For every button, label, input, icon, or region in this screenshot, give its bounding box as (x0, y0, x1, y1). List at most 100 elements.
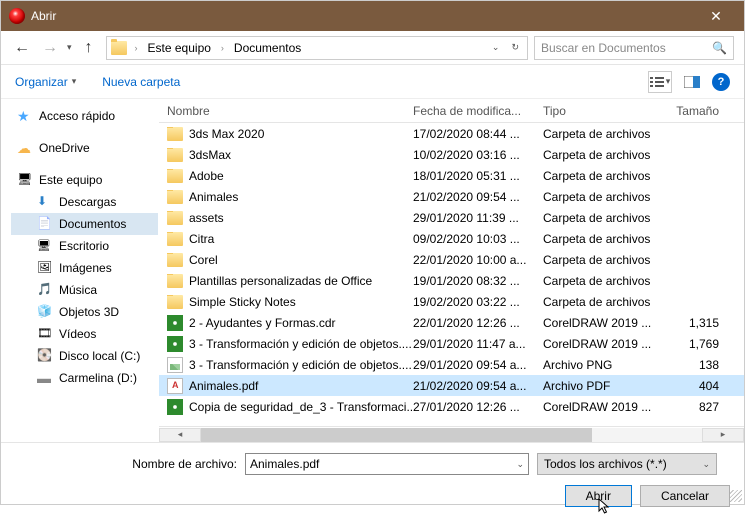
file-date: 21/02/2020 09:54 ... (413, 190, 543, 204)
file-row[interactable]: Animales.pdf21/02/2020 09:54 a...Archivo… (159, 375, 744, 396)
file-type: Archivo PDF (543, 379, 663, 393)
png-icon (167, 357, 183, 373)
sidebar-desktop[interactable]: Escritorio (11, 235, 158, 257)
refresh-button[interactable]: ↻ (507, 42, 523, 53)
toolbar: Organizar▾ Nueva carpeta ▾ ? (1, 65, 744, 99)
picture-icon (37, 260, 53, 276)
up-button[interactable]: ↑ (78, 37, 100, 59)
file-list[interactable]: 3ds Max 202017/02/2020 08:44 ...Carpeta … (159, 123, 744, 426)
file-date: 27/01/2020 12:26 ... (413, 400, 543, 414)
file-row[interactable]: 3dsMax10/02/2020 03:16 ...Carpeta de arc… (159, 144, 744, 165)
file-name-text: Adobe (189, 169, 224, 183)
opera-logo-icon (9, 8, 25, 24)
history-dropdown[interactable]: ▾ (67, 42, 72, 53)
address-bar[interactable]: › Este equipo › Documentos ⌄ ↻ (106, 36, 528, 60)
sidebar-music[interactable]: Música (11, 279, 158, 301)
file-row[interactable]: 3 - Transformación y edición de objetos.… (159, 333, 744, 354)
view-options-button[interactable]: ▾ (648, 71, 672, 93)
folder-icon (167, 253, 183, 267)
file-row[interactable]: Copia de seguridad_de_3 - Transformaci..… (159, 396, 744, 417)
file-row[interactable]: Simple Sticky Notes19/02/2020 03:22 ...C… (159, 291, 744, 312)
file-name-text: Copia de seguridad_de_3 - Transformaci..… (189, 400, 413, 414)
col-type[interactable]: Tipo (543, 104, 663, 118)
sidebar-disk-d[interactable]: Carmelina (D:) (11, 367, 158, 389)
folder-icon (111, 41, 127, 55)
scroll-thumb[interactable] (201, 428, 592, 442)
file-row[interactable]: 2 - Ayudantes y Formas.cdr22/01/2020 12:… (159, 312, 744, 333)
forward-button[interactable]: → (39, 37, 61, 59)
back-button[interactable]: ← (11, 37, 33, 59)
file-date: 29/01/2020 09:54 a... (413, 358, 543, 372)
open-button[interactable]: Abrir (565, 485, 632, 507)
file-type: Carpeta de archivos (543, 190, 663, 204)
sidebar-onedrive[interactable]: OneDrive (11, 137, 158, 159)
organize-menu[interactable]: Organizar▾ (15, 75, 76, 89)
file-type: Carpeta de archivos (543, 127, 663, 141)
file-name-text: Animales (189, 190, 238, 204)
file-date: 29/01/2020 11:39 ... (413, 211, 543, 225)
desktop-icon (37, 238, 53, 254)
close-button[interactable]: ✕ (696, 8, 736, 25)
file-row[interactable]: 3 - Transformación y edición de objetos.… (159, 354, 744, 375)
scroll-right-button[interactable]: ▸ (702, 428, 744, 442)
preview-pane-button[interactable] (680, 71, 704, 93)
sidebar-downloads[interactable]: Descargas (11, 191, 158, 213)
search-input[interactable]: Buscar en Documentos 🔍 (534, 36, 734, 60)
file-row[interactable]: Citra09/02/2020 10:03 ...Carpeta de arch… (159, 228, 744, 249)
file-date: 21/02/2020 09:54 a... (413, 379, 543, 393)
file-size: 827 (663, 400, 725, 414)
breadcrumb-root[interactable]: Este equipo (146, 41, 213, 55)
file-type: Carpeta de archivos (543, 169, 663, 183)
search-placeholder: Buscar en Documentos (541, 41, 666, 55)
file-name-text: assets (189, 211, 224, 225)
file-date: 29/01/2020 11:47 a... (413, 337, 543, 351)
col-size[interactable]: Tamaño (663, 104, 725, 118)
sidebar-this-pc[interactable]: Este equipo (11, 169, 158, 191)
pc-icon (17, 172, 33, 188)
file-name-text: 2 - Ayudantes y Formas.cdr (189, 316, 336, 330)
sidebar-disk-c[interactable]: Disco local (C:) (11, 345, 158, 367)
new-folder-button[interactable]: Nueva carpeta (102, 75, 180, 89)
resize-grip[interactable] (730, 490, 742, 502)
breadcrumb-folder[interactable]: Documentos (232, 41, 303, 55)
file-row[interactable]: Corel22/01/2020 10:00 a...Carpeta de arc… (159, 249, 744, 270)
chevron-down-icon[interactable]: ⌄ (516, 459, 524, 470)
cube-icon (37, 304, 53, 320)
file-type: Carpeta de archivos (543, 253, 663, 267)
sidebar-documents[interactable]: Documentos (11, 213, 158, 235)
folder-icon (167, 190, 183, 204)
file-name-text: 3ds Max 2020 (189, 127, 264, 141)
video-icon (37, 326, 53, 342)
horizontal-scrollbar[interactable]: ◂ ▸ (159, 426, 744, 442)
folder-icon (167, 127, 183, 141)
column-headers[interactable]: Nombre Fecha de modifica... Tipo Tamaño (159, 99, 744, 123)
col-date[interactable]: Fecha de modifica... (413, 104, 543, 118)
file-row[interactable]: Adobe18/01/2020 05:31 ...Carpeta de arch… (159, 165, 744, 186)
filter-select[interactable]: Todos los archivos (*.*) ⌄ (537, 453, 717, 475)
file-row[interactable]: Plantillas personalizadas de Office19/01… (159, 270, 744, 291)
sidebar-quick-access[interactable]: ★Acceso rápido (11, 105, 158, 127)
file-row[interactable]: 3ds Max 202017/02/2020 08:44 ...Carpeta … (159, 123, 744, 144)
chevron-right-icon[interactable]: › (217, 43, 228, 53)
file-row[interactable]: Animales 21/02/2020 09:54 ...Carpeta de a… (159, 186, 744, 207)
file-name-text: Plantillas personalizadas de Office (189, 274, 372, 288)
address-dropdown[interactable]: ⌄ (488, 42, 504, 53)
chevron-right-icon[interactable]: › (131, 43, 142, 53)
search-icon: 🔍 (712, 41, 727, 55)
sidebar-videos[interactable]: Vídeos (11, 323, 158, 345)
help-button[interactable]: ? (712, 73, 730, 91)
file-name-text: Corel (189, 253, 218, 267)
folder-icon (167, 232, 183, 246)
scroll-left-button[interactable]: ◂ (159, 428, 201, 442)
sidebar-pictures[interactable]: Imágenes (11, 257, 158, 279)
file-type: Carpeta de archivos (543, 232, 663, 246)
sidebar-3d[interactable]: Objetos 3D (11, 301, 158, 323)
download-icon (37, 194, 53, 210)
filename-input[interactable]: Animales.pdf ⌄ (245, 453, 529, 475)
file-row[interactable]: assets29/01/2020 11:39 ...Carpeta de arc… (159, 207, 744, 228)
col-name[interactable]: Nombre (167, 104, 413, 118)
scroll-track[interactable] (201, 428, 702, 442)
cancel-button[interactable]: Cancelar (640, 485, 730, 507)
sidebar: ★Acceso rápido OneDrive Este equipo Desc… (1, 99, 159, 442)
file-type: CorelDRAW 2019 ... (543, 400, 663, 414)
